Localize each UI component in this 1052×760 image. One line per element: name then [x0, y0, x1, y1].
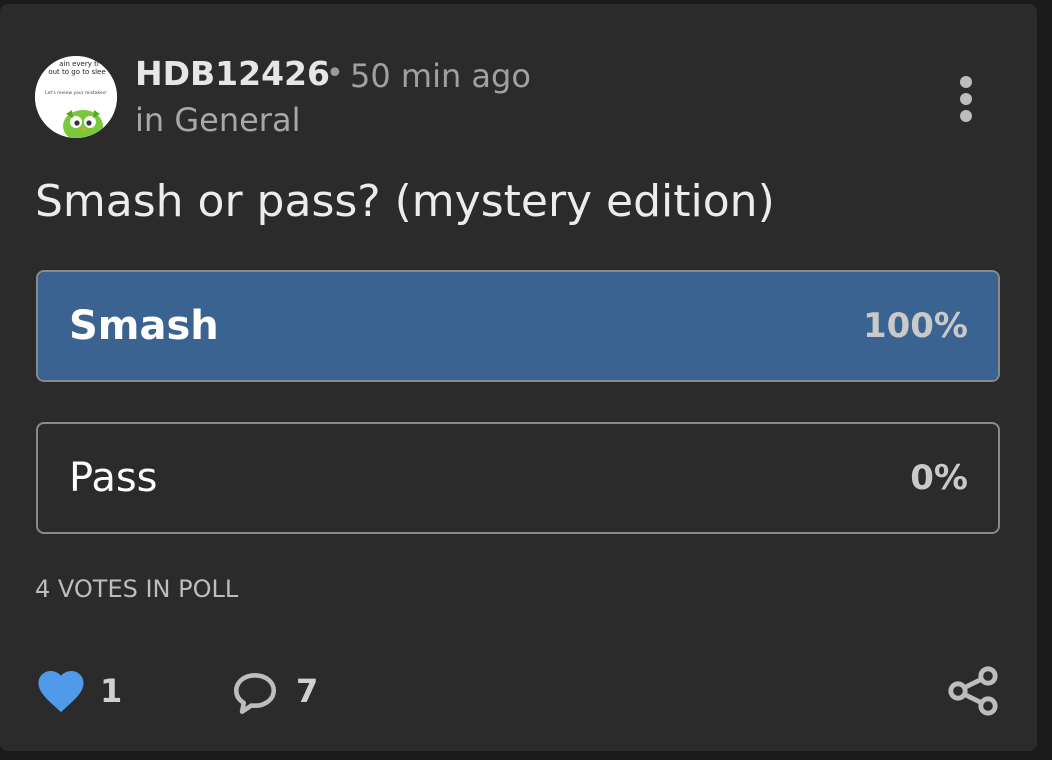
avatar[interactable]: ain every ti out to go to slee Let's rev…: [35, 56, 117, 138]
poll-option-percent: 100%: [862, 306, 968, 346]
poll-option-pass[interactable]: Pass 0%: [36, 422, 1000, 534]
post-category[interactable]: in General: [135, 100, 300, 140]
poll-votes-count: 4 VOTES IN POLL: [35, 575, 239, 603]
avatar-text-2: out to go to slee: [48, 68, 105, 76]
like-button[interactable]: [34, 664, 88, 718]
owl-mascot-icon: [63, 110, 103, 138]
more-vertical-icon: [960, 76, 972, 122]
avatar-text-3: Let's review your mistakes!: [45, 90, 107, 96]
share-button[interactable]: [944, 666, 1002, 720]
poll-option-smash[interactable]: Smash 100%: [36, 270, 1000, 382]
more-options-button[interactable]: [948, 70, 984, 130]
poll-option-percent: 0%: [910, 458, 968, 498]
comment-bubble-icon: [233, 673, 277, 715]
avatar-text-1: ain every ti: [59, 60, 99, 68]
post-card: ain every ti out to go to slee Let's rev…: [0, 4, 1037, 751]
author-username[interactable]: HDB12426: [135, 54, 330, 94]
poll-option-label: Pass: [69, 455, 158, 501]
poll-option-label: Smash: [69, 303, 219, 349]
meta-separator: •: [326, 56, 344, 91]
comment-count: 7: [296, 672, 319, 710]
like-count: 1: [100, 672, 123, 710]
share-icon: [948, 666, 998, 716]
post-title: Smash or pass? (mystery edition): [35, 176, 775, 227]
post-timestamp: 50 min ago: [350, 57, 531, 95]
heart-icon: [38, 671, 84, 713]
comment-button[interactable]: [230, 668, 280, 722]
